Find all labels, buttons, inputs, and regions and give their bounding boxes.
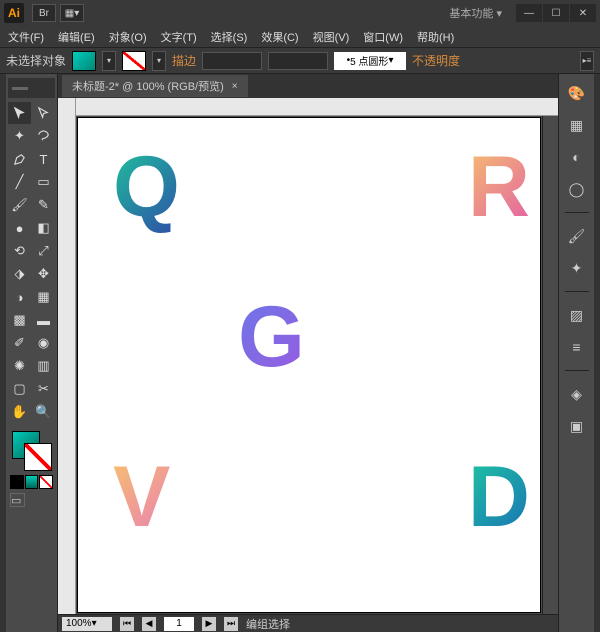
shape-builder-tool[interactable]: ◑ (8, 286, 31, 308)
menu-window[interactable]: 窗口(W) (363, 29, 403, 45)
symbols-panel-icon[interactable]: ✦ (566, 257, 588, 279)
minimize-button[interactable]: — (516, 4, 542, 22)
menu-file[interactable]: 文件(F) (8, 29, 44, 45)
eyedropper-tool[interactable]: ✐ (8, 332, 31, 354)
gradient-tool[interactable]: ▬ (32, 309, 55, 331)
document-tab[interactable]: 未标题-2* @ 100% (RGB/预览)× (62, 75, 248, 97)
menu-type[interactable]: 文字(T) (161, 29, 197, 45)
stroke-profile[interactable] (268, 52, 328, 70)
page-number[interactable]: 1 (164, 617, 194, 631)
brushes-panel-icon[interactable]: 🖌 (566, 225, 588, 247)
artboard-tool[interactable]: ▢ (8, 378, 31, 400)
stroke-label[interactable]: 描边 (172, 52, 196, 69)
color-mode[interactable] (10, 475, 24, 489)
zoom-tool[interactable]: 🔍 (32, 401, 55, 423)
graph-tool[interactable]: ▥ (32, 355, 55, 377)
eraser-tool[interactable]: ◧ (32, 217, 55, 239)
free-transform-tool[interactable]: ✥ (32, 263, 55, 285)
vertical-scrollbar[interactable] (542, 116, 558, 614)
opacity-label[interactable]: 不透明度 (412, 52, 460, 69)
selection-tool[interactable] (8, 102, 31, 124)
control-bar: 未选择对象 ▾ ▾ 描边 • 5 点圆形 ▾ 不透明度 ▸≡ (0, 48, 600, 74)
maximize-button[interactable]: ☐ (543, 4, 569, 22)
app-logo: Ai (4, 3, 24, 23)
letter-d[interactable]: D (468, 448, 530, 547)
perspective-tool[interactable]: ▦ (32, 286, 55, 308)
toolbox-grip[interactable] (8, 78, 55, 98)
control-menu[interactable]: ▸≡ (580, 51, 594, 71)
rotate-tool[interactable]: ⟲ (8, 240, 31, 262)
brush-definition[interactable]: • 5 点圆形 ▾ (334, 52, 406, 70)
artboards-panel-icon[interactable]: ▣ (566, 415, 588, 437)
pencil-tool[interactable]: ✎ (32, 194, 55, 216)
toolbox: ✦ T ╱ ▭ 🖌 ✎ ● ◧ ⟲ ⤢ ⬗ ✥ ◑ ▦ ▩ ▬ ✐ ◉ ✺ ▥ … (6, 74, 58, 632)
menu-effect[interactable]: 效果(C) (261, 29, 298, 45)
letter-r[interactable]: R (468, 138, 530, 237)
first-page[interactable]: ⏮ (120, 617, 134, 631)
menubar: 文件(F) 编辑(E) 对象(O) 文字(T) 选择(S) 效果(C) 视图(V… (0, 26, 600, 48)
blend-tool[interactable]: ◉ (32, 332, 55, 354)
vertical-ruler[interactable] (58, 98, 76, 614)
last-page[interactable]: ⏭ (224, 617, 238, 631)
stroke-swatch[interactable] (122, 51, 146, 71)
line-tool[interactable]: ╱ (8, 171, 31, 193)
stroke-weight[interactable] (202, 52, 262, 70)
next-page[interactable]: ▶ (202, 617, 216, 631)
blob-brush-tool[interactable]: ● (8, 217, 31, 239)
zoom-level[interactable]: 100% ▾ (62, 617, 112, 631)
arrange-button[interactable]: ▦▾ (60, 4, 84, 22)
color-panel-icon[interactable]: 🎨 (566, 82, 588, 104)
fill-stroke-control[interactable] (8, 429, 55, 473)
document-tabs: 未标题-2* @ 100% (RGB/预览)× (58, 74, 558, 98)
fill-swatch[interactable] (72, 51, 96, 71)
mesh-tool[interactable]: ▩ (8, 309, 31, 331)
width-tool[interactable]: ⬗ (8, 263, 31, 285)
layers-panel-icon[interactable]: ◈ (566, 383, 588, 405)
paintbrush-tool[interactable]: 🖌 (8, 194, 31, 216)
right-panels: 🎨 ▦ ◐ ◯ 🖌 ✦ ▨ ≡ ◈ ▣ (558, 74, 594, 632)
stroke-panel-icon[interactable]: ◯ (566, 178, 588, 200)
pen-tool[interactable] (8, 148, 31, 170)
fill-dropdown[interactable]: ▾ (102, 51, 116, 71)
letter-q[interactable]: Q (113, 138, 180, 237)
symbol-sprayer-tool[interactable]: ✺ (8, 355, 31, 377)
menu-view[interactable]: 视图(V) (313, 29, 350, 45)
slice-tool[interactable]: ✂ (32, 378, 55, 400)
swatches-panel-icon[interactable]: ▦ (566, 114, 588, 136)
letter-g[interactable]: G (238, 288, 305, 387)
horizontal-ruler[interactable] (76, 98, 558, 116)
close-button[interactable]: ✕ (570, 4, 596, 22)
menu-help[interactable]: 帮助(H) (417, 29, 454, 45)
status-bar: 100% ▾ ⏮ ◀ 1 ▶ ⏭ 编组选择 (58, 614, 558, 632)
bridge-button[interactable]: Br (32, 4, 56, 22)
workspace-switcher[interactable]: 基本功能 ▾ (449, 5, 502, 21)
menu-edit[interactable]: 编辑(E) (58, 29, 95, 45)
direct-selection-tool[interactable] (32, 102, 55, 124)
close-tab-icon[interactable]: × (232, 81, 238, 92)
transparency-panel-icon[interactable]: ▨ (566, 304, 588, 326)
gradient-panel-icon[interactable]: ◐ (566, 146, 588, 168)
stroke-dropdown[interactable]: ▾ (152, 51, 166, 71)
magic-wand-tool[interactable]: ✦ (8, 125, 31, 147)
none-mode[interactable] (39, 475, 53, 489)
selection-mode: 编组选择 (246, 616, 290, 632)
titlebar: Ai Br ▦▾ 基本功能 ▾ — ☐ ✕ (0, 0, 600, 26)
menu-select[interactable]: 选择(S) (211, 29, 248, 45)
gradient-mode[interactable] (25, 475, 39, 489)
rectangle-tool[interactable]: ▭ (32, 171, 55, 193)
menu-object[interactable]: 对象(O) (109, 29, 147, 45)
screen-mode[interactable]: ▭ (10, 493, 25, 507)
type-tool[interactable]: T (32, 148, 55, 170)
lasso-tool[interactable] (32, 125, 55, 147)
selection-label: 未选择对象 (6, 52, 66, 69)
align-panel-icon[interactable]: ≡ (566, 336, 588, 358)
artboard[interactable]: Q R G V D (78, 118, 540, 612)
right-wing[interactable] (594, 74, 600, 632)
stroke-box[interactable] (24, 443, 52, 471)
letter-v[interactable]: V (113, 448, 170, 547)
prev-page[interactable]: ◀ (142, 617, 156, 631)
hand-tool[interactable]: ✋ (8, 401, 31, 423)
scale-tool[interactable]: ⤢ (32, 240, 55, 262)
